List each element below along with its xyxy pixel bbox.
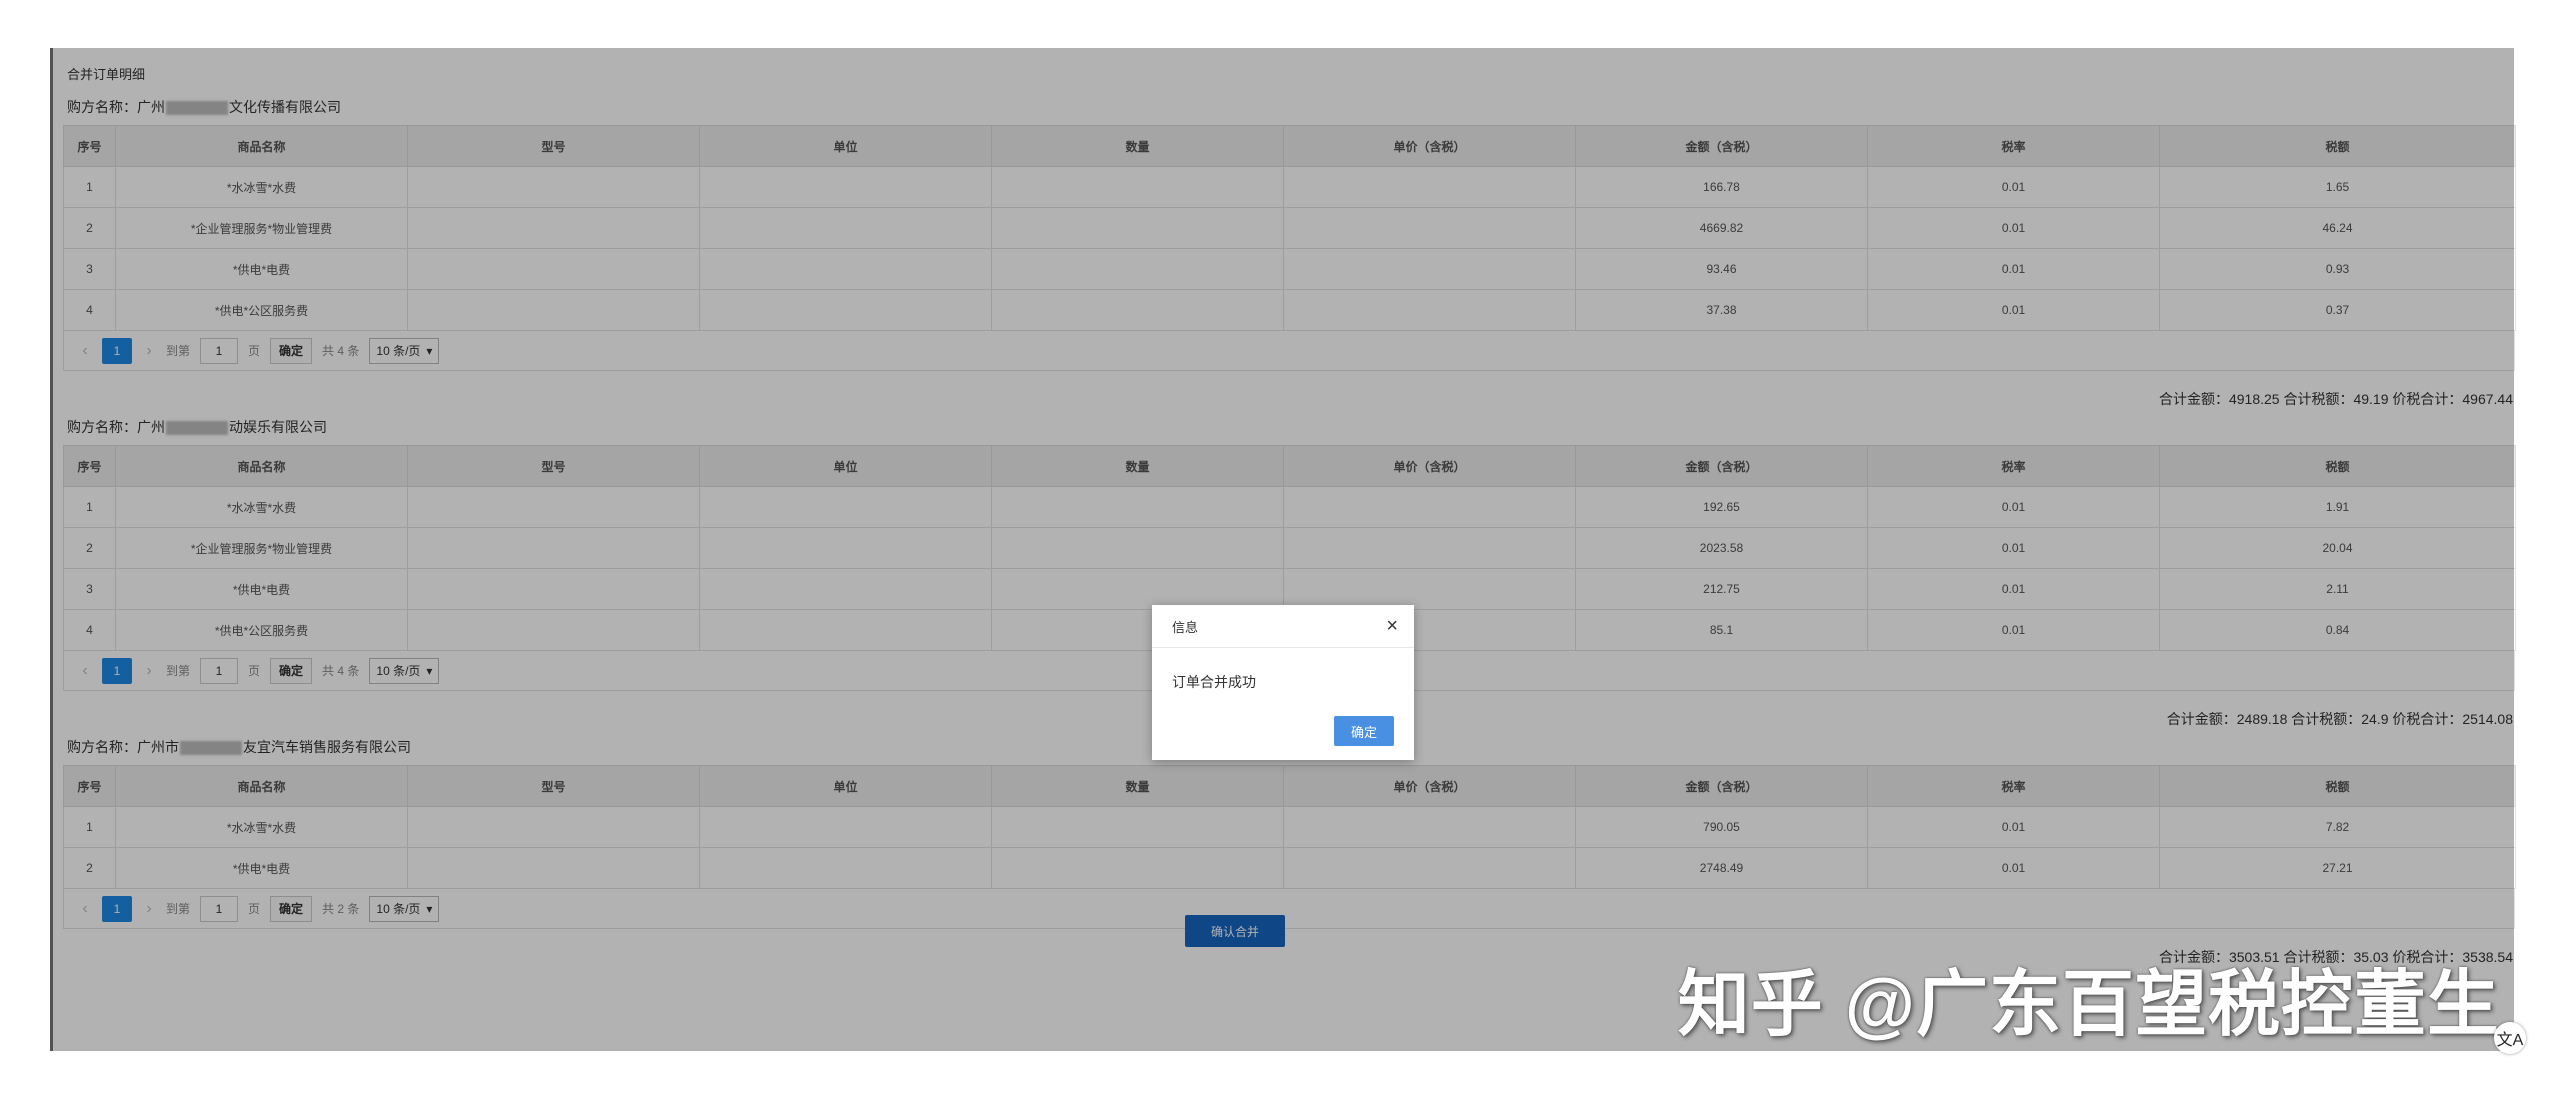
accessibility-icon[interactable]: 文A	[2494, 1022, 2526, 1054]
modal-overlay	[50, 48, 2514, 1051]
info-dialog: 信息 × 订单合并成功 确定	[1152, 605, 1414, 760]
dialog-message: 订单合并成功	[1172, 674, 1256, 690]
close-icon[interactable]: ×	[1386, 615, 1398, 638]
dialog-header: 信息 ×	[1152, 605, 1414, 648]
dialog-title: 信息	[1172, 619, 1199, 635]
dialog-ok-button[interactable]: 确定	[1334, 716, 1394, 746]
watermark: 知乎 @广东百望税控董生	[1677, 965, 2500, 1045]
